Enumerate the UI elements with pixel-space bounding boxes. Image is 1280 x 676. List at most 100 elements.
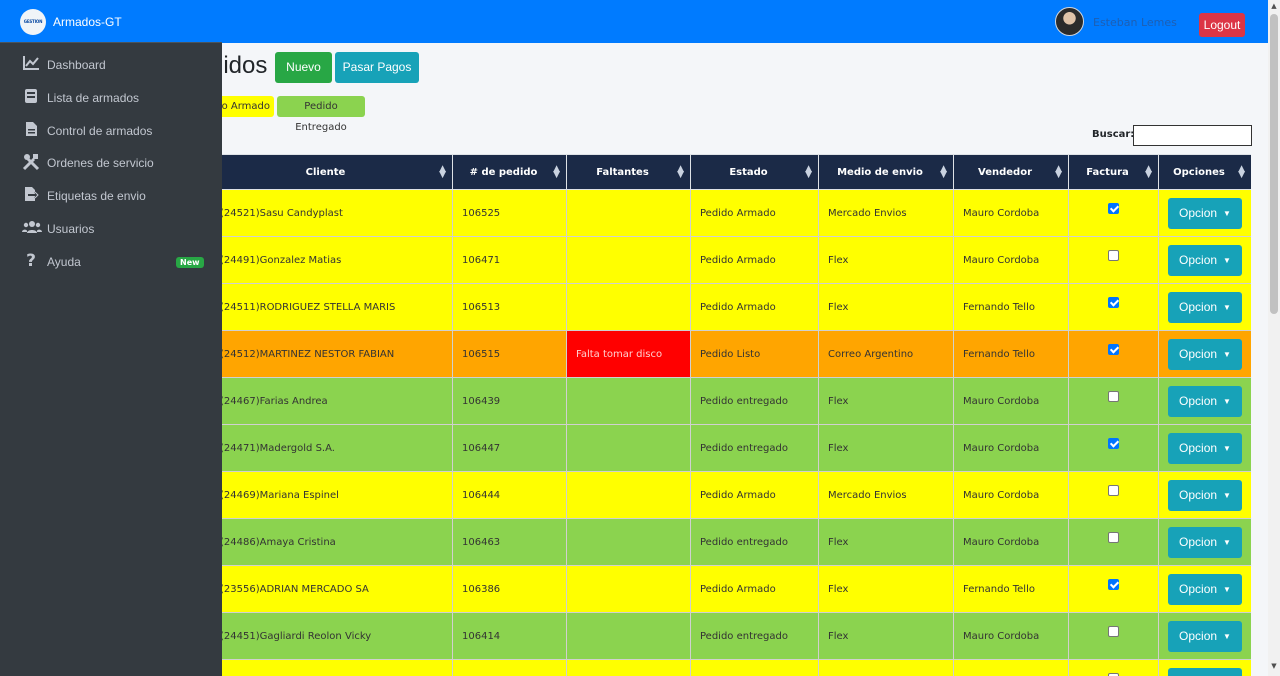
factura-checkbox[interactable] [1108, 297, 1119, 309]
caret-down-icon: ▼ [1223, 490, 1231, 500]
caret-down-icon: ▼ [1223, 584, 1231, 594]
cell-faltantes [566, 518, 691, 566]
cell-vendedor: Mauro Cordoba [953, 612, 1069, 660]
caret-down-icon: ▼ [1223, 349, 1231, 359]
cell-opciones: Opcion ▼ [1158, 236, 1251, 284]
cell-estado: Pedido entregado [690, 377, 819, 425]
cell-vendedor: Mauro Cordoba [953, 236, 1069, 284]
factura-checkbox[interactable] [1108, 485, 1119, 497]
cell-cliente: (24486)Amaya Cristina [210, 518, 453, 566]
sidebar-item-control-armados[interactable]: Control de armados [0, 116, 222, 146]
column-header-factura[interactable]: Factura ▲ ▼ [1068, 154, 1159, 190]
factura-checkbox[interactable] [1108, 626, 1119, 638]
sidebar-item-label: Usuarios [47, 222, 95, 236]
opcion-dropdown-button[interactable]: Opcion ▼ [1168, 526, 1242, 558]
cell-factura [1068, 189, 1159, 237]
tools-icon [22, 153, 40, 171]
column-header-faltantes[interactable]: Faltantes ▲ ▼ [566, 154, 691, 190]
opcion-button-label: Opcion [1179, 487, 1218, 502]
sidebar-item-ayuda[interactable]: ? Ayuda New [0, 247, 222, 277]
cell-cliente: (24467)Farias Andrea [210, 377, 453, 425]
column-header-cliente[interactable]: Cliente ▲ ▼ [210, 154, 453, 190]
sort-icon: ▲ ▼ [553, 164, 560, 180]
cell-factura [1068, 283, 1159, 331]
opcion-dropdown-button[interactable]: Opcion▼ [1168, 432, 1242, 464]
list-icon [22, 88, 40, 106]
sort-icon: ▲ ▼ [805, 164, 812, 180]
cell-vendedor: Mauro Cordoba [953, 424, 1069, 472]
cell-estado: Pedido Armado [690, 236, 819, 284]
table-row: (24467)Farias Andrea 106439 Pedido entrega… [210, 377, 1251, 425]
cell-estado: Pedido entregado [690, 424, 819, 472]
opcion-dropdown-button[interactable]: Opcion ▼ [1168, 479, 1242, 511]
column-header-estado[interactable]: Estado ▲ ▼ [690, 154, 819, 190]
cell-pedido: 106386 [452, 565, 567, 613]
opcion-button-label: Opcion [1179, 534, 1218, 549]
table-row: (24511)RODRIGUEZ STELLA MARIS 106513 Pedid… [210, 283, 1251, 331]
opcion-dropdown-button[interactable]: Opcion▼ [1168, 620, 1242, 652]
opcion-dropdown-button[interactable]: Opcion▼ [1168, 385, 1242, 417]
cell-opciones: Opcion ▼ [1158, 189, 1251, 237]
factura-checkbox[interactable] [1108, 438, 1119, 450]
caret-down-icon: ▼ [1223, 537, 1231, 547]
table-row: (23556)ADRIAN MERCADO SA 106386 Pedido Arm… [210, 565, 1251, 613]
opcion-dropdown-button[interactable]: Opcion▼ [1168, 197, 1242, 229]
opcion-dropdown-button[interactable]: Opcion▼ [1168, 667, 1242, 676]
sidebar-item-usuarios[interactable]: Usuarios [0, 214, 222, 244]
cell-medio-envio: Flex [818, 236, 954, 284]
brand[interactable]: GESTION Armados-GT [0, 0, 222, 43]
opcion-dropdown-button[interactable]: Opcion▼ [1168, 291, 1242, 323]
cell-estado: Pedido entregado [690, 518, 819, 566]
logout-button[interactable]: Logout [1199, 13, 1245, 37]
factura-checkbox[interactable] [1108, 250, 1119, 262]
cell-pedido: 106414 [452, 612, 567, 660]
factura-checkbox[interactable] [1108, 344, 1119, 356]
column-header-pedido[interactable]: # de pedido ▲ ▼ [452, 154, 567, 190]
cell-pedido: 106525 [452, 189, 567, 237]
user-avatar[interactable] [1055, 7, 1084, 36]
cell-estado: Pedido Armado [690, 283, 819, 331]
cell-factura [1068, 565, 1159, 613]
legend-pedido-entregado: Pedido Entregado [277, 96, 365, 133]
nuevo-button[interactable]: Nuevo [275, 52, 332, 83]
orders-table-wrapper: Cliente ▲ ▼ # de pedido ▲ ▼ Faltantes ▲ ▼ Esta… [210, 154, 1251, 676]
table-row: (24486)Amaya Cristina 106463 Pedido entreg… [210, 518, 1251, 566]
scroll-up-arrow-icon[interactable]: ▲ [1268, 2, 1280, 12]
cell-faltantes [566, 565, 691, 613]
factura-checkbox[interactable] [1108, 532, 1119, 544]
sidebar-item-dashboard[interactable]: Dashboard [0, 50, 222, 80]
cell-pedido: 106513 [452, 283, 567, 331]
factura-checkbox[interactable] [1108, 203, 1119, 215]
column-header-vendedor[interactable]: Vendedor ▲ ▼ [953, 154, 1069, 190]
cell-factura [1068, 330, 1159, 378]
orders-table: Cliente ▲ ▼ # de pedido ▲ ▼ Faltantes ▲ ▼ Esta… [210, 154, 1251, 676]
cell-estado: Pedido Armado [690, 565, 819, 613]
cell-factura [1068, 659, 1159, 676]
page-scrollbar[interactable]: ▲ ▼ [1268, 0, 1280, 676]
pasar-pagos-button[interactable]: Pasar Pagos [335, 52, 419, 83]
column-header-medio-envio[interactable]: Medio de envio ▲ ▼ [818, 154, 954, 190]
opcion-dropdown-button[interactable]: Opcion▼ [1168, 244, 1242, 276]
sidebar-item-lista-armados[interactable]: Lista de armados [0, 83, 222, 113]
user-name[interactable]: Esteban Lemes [1093, 16, 1177, 29]
cell-medio-envio: Flex [818, 565, 954, 613]
cell-cliente: (24512)MARTINEZ NESTOR FABIAN [210, 330, 453, 378]
search-input[interactable] [1133, 125, 1252, 146]
factura-checkbox[interactable] [1108, 391, 1119, 403]
brand-name: Armados-GT [53, 15, 122, 29]
caret-down-icon: ▼ [1223, 302, 1231, 312]
cell-cliente: (24521)Sasu Candyplast [210, 189, 453, 237]
opcion-dropdown-button[interactable]: Opcion▼ [1168, 338, 1242, 370]
cell-faltantes [566, 471, 691, 519]
table-row: (24451)Gagliardi Reolon Vicky 106414 Pedid… [210, 612, 1251, 660]
factura-checkbox[interactable] [1108, 579, 1119, 591]
scroll-thumb[interactable] [1270, 14, 1278, 314]
table-row: (24521)Sasu Candyplast 106525 Pedido Armad… [210, 189, 1251, 237]
column-header-opciones[interactable]: Opciones ▲ ▼ [1158, 154, 1251, 190]
scroll-down-arrow-icon[interactable]: ▼ [1268, 662, 1280, 672]
table-row: Opcion▼ [210, 659, 1251, 676]
opcion-dropdown-button[interactable]: Opcion▼ [1168, 573, 1242, 605]
sidebar-item-ordenes-servicio[interactable]: Ordenes de servicio [0, 148, 222, 178]
sidebar-item-etiquetas-envio[interactable]: Etiquetas de envio [0, 181, 222, 211]
column-header-label: Estado [729, 166, 768, 178]
